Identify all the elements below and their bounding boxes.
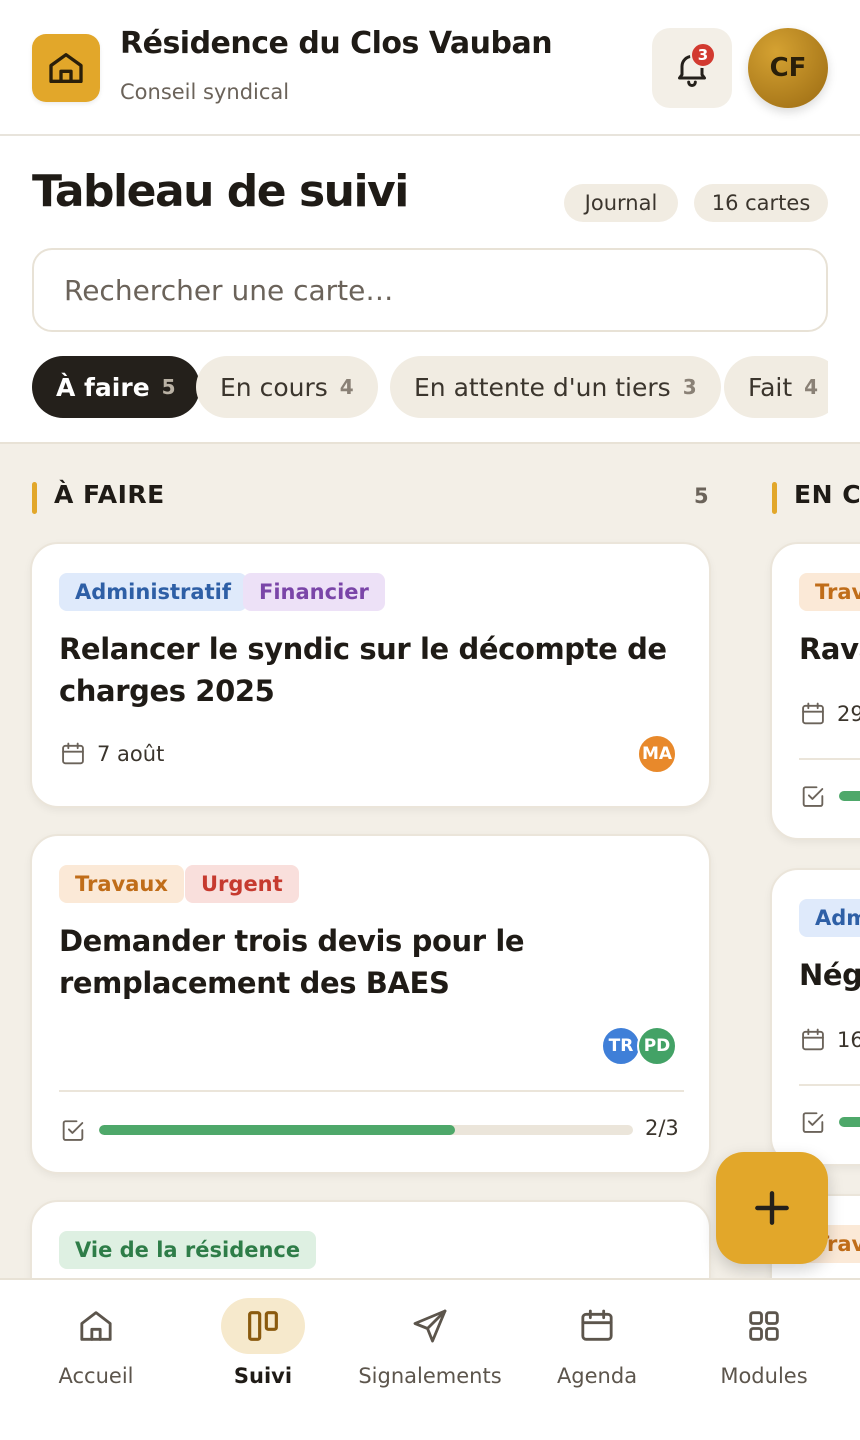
nav-modules[interactable]: Modules (678, 1280, 850, 1440)
tag-administratif: Administratif (59, 573, 247, 611)
tag-financier: Financier (243, 573, 385, 611)
task-card[interactable]: Administratif Financier Relancer le synd… (30, 542, 711, 808)
card-due-date: 16 (799, 1026, 860, 1054)
tab-label: En cours (220, 372, 328, 402)
tab-en-cours[interactable]: En cours 4 (196, 356, 378, 418)
task-card[interactable]: Travaux Rava 29 (770, 542, 860, 840)
tag-urgent: Urgent (185, 865, 299, 903)
card-title: Nég (799, 958, 860, 992)
tab-en-attente[interactable]: En attente d'un tiers 3 (390, 356, 721, 418)
assignee-avatar: MA (637, 734, 677, 774)
checklist-progress-bar (99, 1125, 633, 1135)
notification-badge: 3 (690, 42, 716, 68)
checklist-progress-fill (99, 1125, 455, 1135)
tab-label: Fait (748, 372, 793, 402)
checklist-icon (802, 786, 824, 807)
nav-label: Accueil (58, 1364, 134, 1388)
card-title: Demander trois devis pour le remplacemen… (59, 924, 525, 1000)
residence-title: Résidence du Clos Vauban (120, 26, 553, 61)
tag-travaux: Travaux (799, 573, 860, 611)
tab-count: 5 (161, 375, 176, 399)
checklist-icon (62, 1120, 84, 1141)
task-card[interactable]: Adm Nég 16 (770, 868, 860, 1166)
calendar-icon (802, 702, 824, 725)
column-title-en-cours: EN COURS (794, 480, 860, 509)
column-count: 5 (694, 484, 709, 508)
tab-label: À faire (56, 372, 150, 402)
kanban-icon (221, 1298, 305, 1354)
user-avatar[interactable]: CF (748, 28, 828, 108)
calendar-icon (62, 742, 84, 765)
tab-count: 4 (804, 375, 819, 399)
nav-label: Signalements (358, 1364, 502, 1388)
home-icon (54, 1298, 138, 1354)
nav-signalements[interactable]: Signalements (344, 1280, 516, 1440)
nav-label: Suivi (233, 1364, 293, 1388)
card-title: Relancer le syndic sur le décompte de ch… (59, 632, 667, 708)
notifications-button[interactable]: 3 (652, 28, 732, 108)
card-due-date: 7 août (59, 740, 164, 768)
column-title-a-faire: À FAIRE (54, 480, 165, 509)
column-accent-bar (772, 482, 777, 514)
card-divider (799, 758, 860, 760)
assignee-avatar: PD (637, 1026, 677, 1066)
tab-count: 3 (682, 375, 697, 399)
assignee-avatar: TR (601, 1026, 641, 1066)
due-date-text: 7 août (97, 742, 165, 766)
bottom-navigation: Accueil Suivi Signalements Agenda Module… (0, 1278, 860, 1440)
due-date-text: 16 (837, 1028, 860, 1052)
due-date-text: 29 (837, 702, 860, 726)
app-header: Résidence du Clos Vauban Conseil syndica… (0, 0, 860, 136)
task-card[interactable]: Travaux Urgent Demander trois devis pour… (30, 834, 711, 1174)
checklist-count: 2/3 (645, 1116, 679, 1140)
send-icon (388, 1298, 472, 1354)
residence-subtitle: Conseil syndical (120, 80, 290, 104)
calendar-icon (555, 1298, 639, 1354)
checklist-progress-bar (839, 1117, 860, 1127)
home-logo-icon[interactable] (32, 34, 100, 102)
grid-icon (722, 1298, 806, 1354)
checklist-icon (802, 1112, 824, 1133)
tag-travaux: Travaux (59, 865, 184, 903)
tab-label: En attente d'un tiers (414, 372, 671, 402)
plus-icon (755, 1191, 789, 1225)
nav-suivi[interactable]: Suivi (177, 1280, 349, 1440)
tab-a-faire[interactable]: À faire 5 (32, 356, 200, 418)
nav-label: Modules (720, 1364, 808, 1388)
column-accent-bar (32, 482, 37, 514)
nav-accueil[interactable]: Accueil (10, 1280, 182, 1440)
journal-button[interactable]: Journal (564, 184, 678, 222)
nav-label: Agenda (556, 1364, 638, 1388)
card-title: Rava (799, 632, 860, 666)
tab-fait[interactable]: Fait 4 (724, 356, 828, 418)
tag-vie-residence: Vie de la résidence (59, 1231, 317, 1269)
card-due-date: 29 (799, 700, 860, 728)
add-card-button[interactable] (716, 1152, 828, 1264)
status-filter-tabs: À faire 5 En cours 4 En attente d'un tie… (32, 356, 828, 418)
cards-count-badge: 16 cartes (694, 184, 828, 222)
search-input[interactable] (32, 248, 828, 332)
calendar-icon (802, 1028, 824, 1051)
page-title: Tableau de suivi (32, 166, 409, 217)
checklist-progress-bar (839, 791, 860, 801)
card-divider (59, 1090, 684, 1092)
task-card[interactable]: Vie de la résidence (30, 1200, 711, 1280)
tag-administratif: Adm (799, 899, 860, 937)
card-divider (799, 1084, 860, 1086)
tab-count: 4 (339, 375, 354, 399)
nav-agenda[interactable]: Agenda (511, 1280, 683, 1440)
